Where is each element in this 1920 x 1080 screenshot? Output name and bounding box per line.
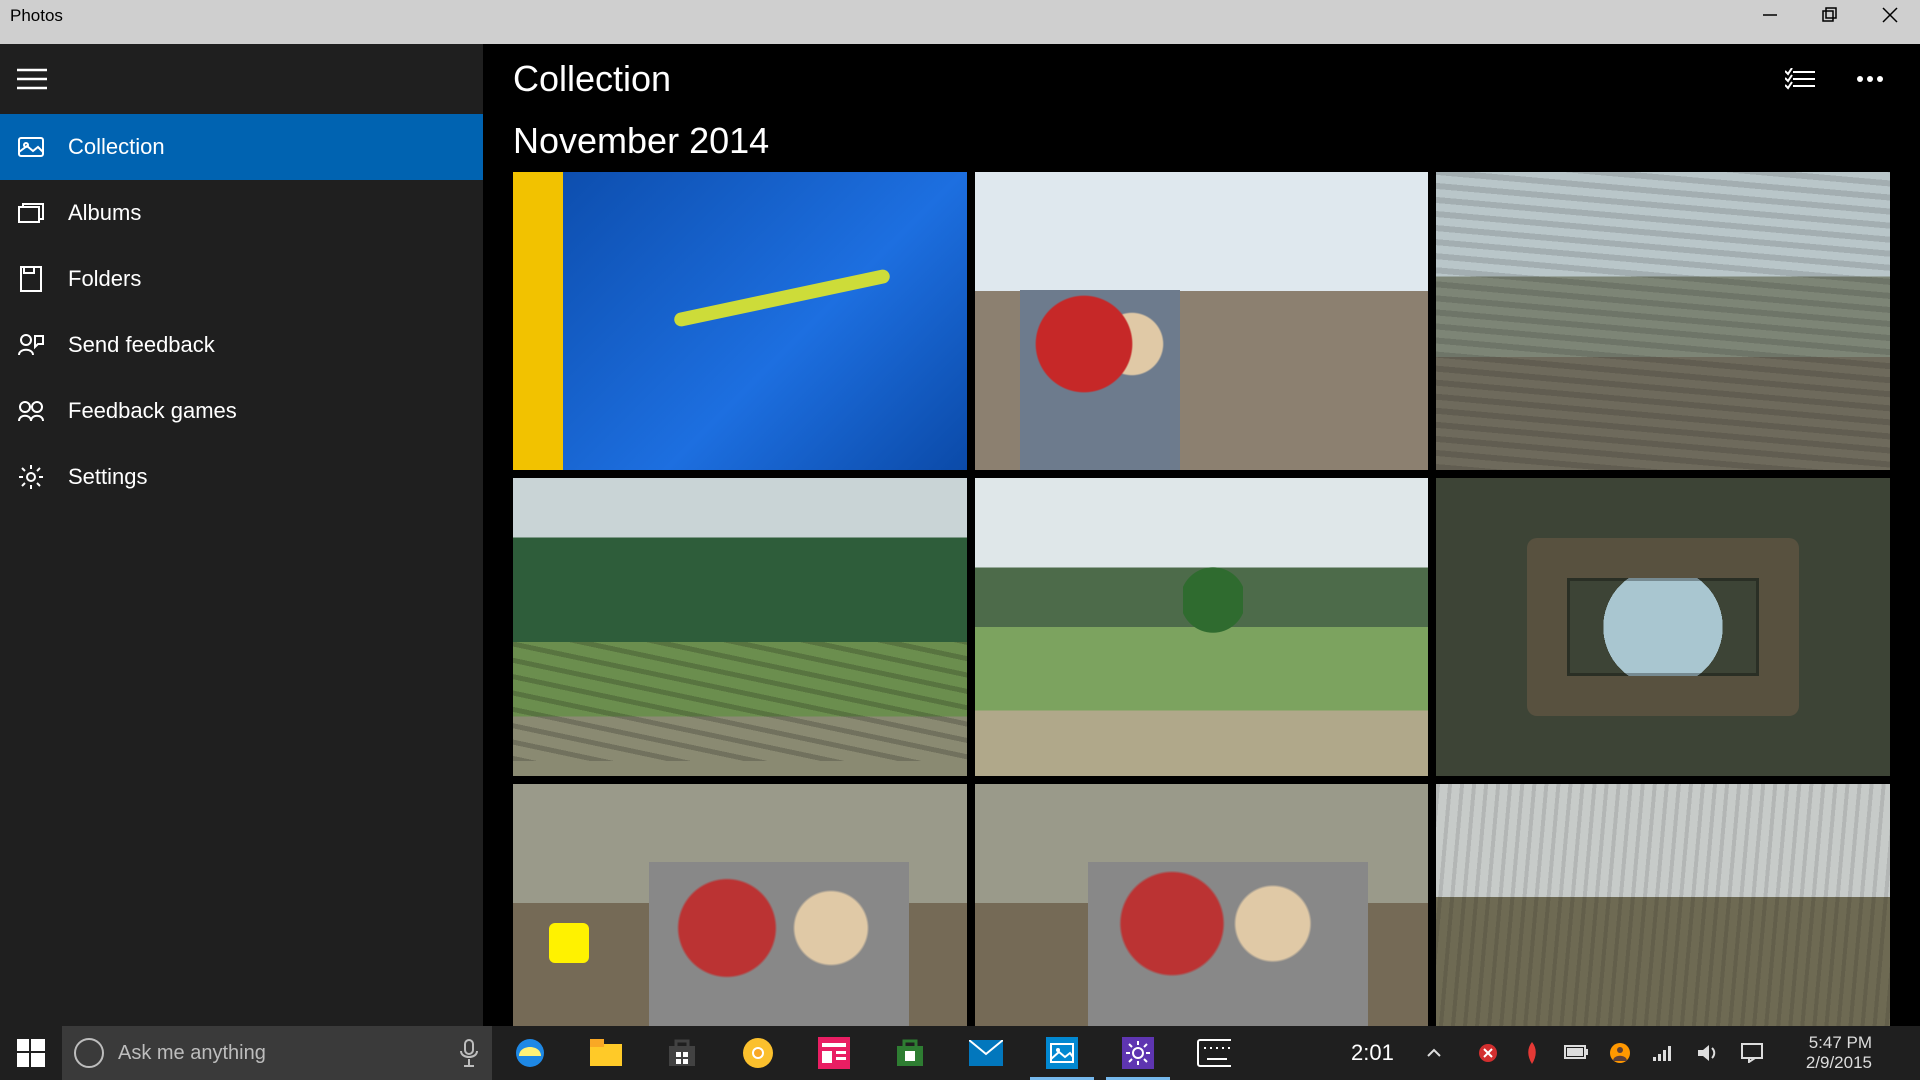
maximize-button[interactable] — [1800, 0, 1860, 30]
photo-thumbnail[interactable] — [1436, 784, 1890, 1026]
feedback-icon — [18, 332, 44, 358]
wifi-icon[interactable] — [1652, 1041, 1676, 1065]
photo-grid — [483, 172, 1920, 1026]
action-center-icon[interactable] — [1740, 1041, 1764, 1065]
hamburger-button[interactable] — [12, 59, 52, 99]
feedback-games-icon — [18, 398, 44, 424]
photo-thumbnail[interactable] — [513, 784, 967, 1026]
page-title: Collection — [513, 58, 671, 100]
clock-date: 2/9/2015 — [1806, 1053, 1872, 1073]
sidebar-item-send-feedback[interactable]: Send feedback — [0, 312, 483, 378]
sidebar-item-collection[interactable]: Collection — [0, 114, 483, 180]
battery-icon[interactable] — [1564, 1041, 1588, 1065]
tray-user-icon[interactable] — [1608, 1041, 1632, 1065]
photo-thumbnail[interactable] — [1436, 172, 1890, 470]
select-button[interactable] — [1780, 59, 1820, 99]
sidebar-item-label: Send feedback — [68, 332, 215, 358]
taskbar-app-photos[interactable] — [1024, 1026, 1100, 1080]
collection-icon — [18, 134, 44, 160]
taskbar-apps — [492, 1026, 1252, 1080]
ie-icon — [513, 1036, 547, 1070]
sidebar-item-folders[interactable]: Folders — [0, 246, 483, 312]
photo-thumbnail[interactable] — [1436, 478, 1890, 776]
hamburger-row — [0, 44, 483, 114]
tray-app-icon[interactable] — [1520, 1041, 1544, 1065]
app-body: Collection Albums Folders Send feedback — [0, 44, 1920, 1026]
chrome-canary-icon — [741, 1036, 775, 1070]
taskbar-app-chrome[interactable] — [720, 1026, 796, 1080]
tray-chevron-up-icon[interactable] — [1422, 1041, 1446, 1065]
close-button[interactable] — [1860, 0, 1920, 30]
clock[interactable]: 5:47 PM 2/9/2015 — [1794, 1033, 1884, 1074]
taskbar-app-xbox[interactable] — [872, 1026, 948, 1080]
system-tray: 2:01 5:47 PM 2/9/2015 — [1345, 1026, 1920, 1080]
cortana-icon — [74, 1038, 104, 1068]
taskbar-app-news[interactable] — [796, 1026, 872, 1080]
more-button[interactable] — [1850, 59, 1890, 99]
photos-icon — [1045, 1036, 1079, 1070]
titlebar: Photos — [0, 0, 1920, 44]
nav: Collection Albums Folders Send feedback — [0, 114, 483, 510]
date-heading[interactable]: November 2014 — [483, 114, 1920, 172]
header-actions — [1780, 59, 1890, 99]
start-button[interactable] — [0, 1026, 62, 1080]
keyboard-icon — [1197, 1036, 1231, 1070]
settings-app-icon — [1121, 1036, 1155, 1070]
taskbar-app-ie[interactable] — [492, 1026, 568, 1080]
settings-icon — [18, 464, 44, 490]
sidebar-item-label: Folders — [68, 266, 141, 292]
minimize-button[interactable] — [1740, 0, 1800, 30]
sidebar-item-label: Collection — [68, 134, 165, 160]
folders-icon — [18, 266, 44, 292]
sidebar: Collection Albums Folders Send feedback — [0, 44, 483, 1026]
sidebar-item-albums[interactable]: Albums — [0, 180, 483, 246]
news-icon — [817, 1036, 851, 1070]
photo-thumbnail[interactable] — [975, 784, 1429, 1026]
taskbar-app-explorer[interactable] — [568, 1026, 644, 1080]
taskbar-app-mail[interactable] — [948, 1026, 1024, 1080]
file-explorer-icon — [589, 1036, 623, 1070]
albums-icon — [18, 200, 44, 226]
photo-thumbnail[interactable] — [975, 478, 1429, 776]
photo-thumbnail[interactable] — [975, 172, 1429, 470]
taskbar-app-keyboard[interactable] — [1176, 1026, 1252, 1080]
volume-icon[interactable] — [1696, 1041, 1720, 1065]
window-title: Photos — [0, 0, 73, 32]
store-icon — [665, 1036, 699, 1070]
sidebar-item-settings[interactable]: Settings — [0, 444, 483, 510]
taskbar-app-store[interactable] — [644, 1026, 720, 1080]
clock-time: 5:47 PM — [1806, 1033, 1872, 1053]
mail-icon — [969, 1036, 1003, 1070]
store-green-icon — [893, 1036, 927, 1070]
sidebar-item-label: Albums — [68, 200, 141, 226]
tray-timer[interactable]: 2:01 — [1345, 1040, 1400, 1066]
content: Collection November 2014 — [483, 44, 1920, 1026]
sidebar-item-label: Settings — [68, 464, 148, 490]
taskbar-app-settings[interactable] — [1100, 1026, 1176, 1080]
content-header: Collection — [483, 44, 1920, 114]
photo-thumbnail[interactable] — [513, 478, 967, 776]
window-controls — [1740, 0, 1920, 30]
search-box[interactable] — [62, 1026, 492, 1080]
security-icon[interactable] — [1476, 1041, 1500, 1065]
search-input[interactable] — [118, 1042, 444, 1065]
photo-thumbnail[interactable] — [513, 172, 967, 470]
mic-icon[interactable] — [458, 1039, 480, 1067]
sidebar-item-feedback-games[interactable]: Feedback games — [0, 378, 483, 444]
sidebar-item-label: Feedback games — [68, 398, 237, 424]
taskbar: 2:01 5:47 PM 2/9/2015 — [0, 1026, 1920, 1080]
